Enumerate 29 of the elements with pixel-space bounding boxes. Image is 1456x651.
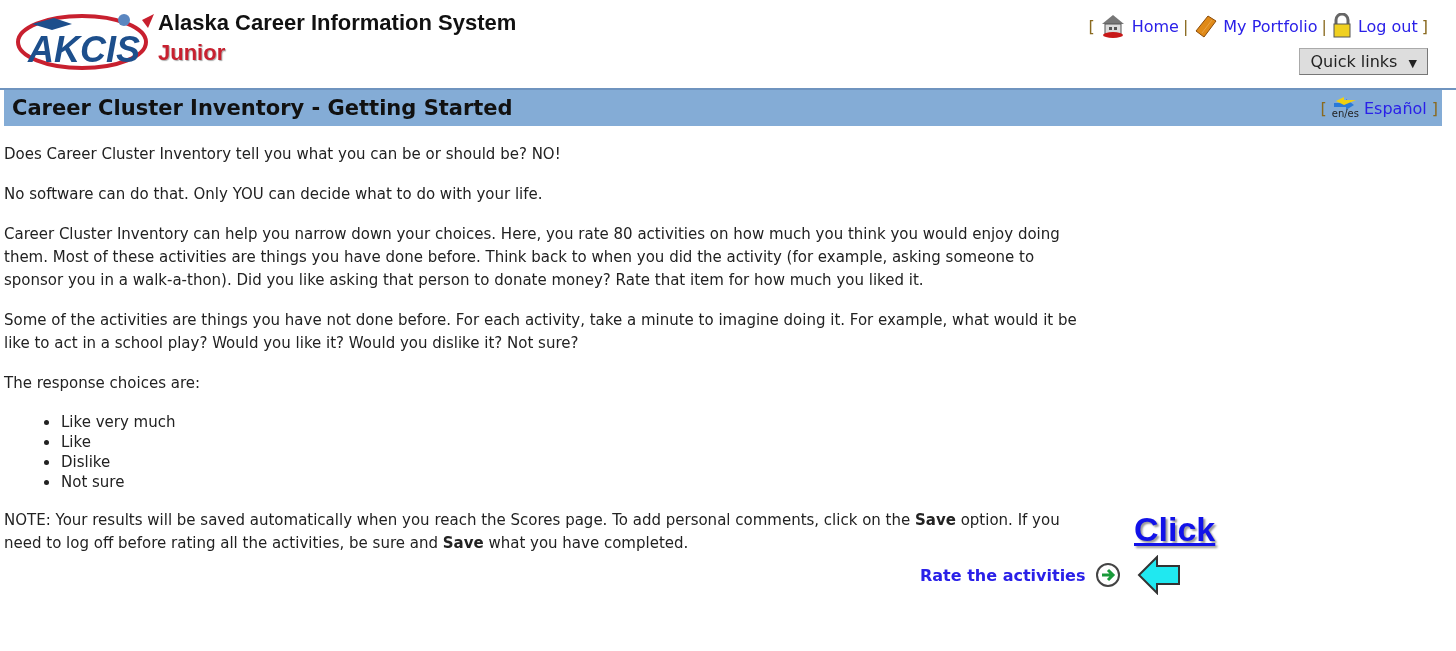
paragraph: No software can do that. Only YOU can decide what to do with your life. — [4, 184, 544, 205]
nav-link[interactable]: Home — [1131, 16, 1179, 36]
bracket: ] — [1431, 98, 1438, 118]
choice-item: Dislike — [61, 452, 111, 472]
choice-item: Like — [61, 432, 91, 452]
quick-links-dropdown[interactable]: Quick links ▼ — [1299, 48, 1428, 75]
rate-activities-link[interactable]: Rate the activities — [920, 563, 1086, 587]
site-title: Alaska Career Information System — [158, 10, 517, 36]
nav-link[interactable]: Log out — [1357, 16, 1418, 36]
bracket: [ — [1320, 98, 1327, 118]
bracket: ] — [1421, 16, 1428, 36]
click-label: Click — [1134, 509, 1216, 549]
paragraph: The response choices are: — [4, 373, 202, 394]
separator: | — [1321, 16, 1327, 36]
site-subtitle: Junior — [158, 40, 227, 66]
padlock-icon — [1330, 13, 1353, 39]
paragraph: Does Career Cluster Inventory tell you what you can be or should be? NO! — [4, 144, 562, 165]
choice-item: Not sure — [61, 472, 125, 492]
bracket: [ — [1088, 16, 1095, 36]
language-link[interactable]: Español — [1363, 98, 1427, 118]
separator: | — [1182, 16, 1189, 36]
choice-item: Like very much — [61, 412, 176, 432]
left-arrow-icon — [1137, 555, 1182, 595]
arrow-right-circle-icon[interactable] — [1095, 562, 1122, 588]
note-paragraph: NOTE: Your results will be saved automatically when you reach the Scores page. To add personal comments, click on the Save option. If you need to log off before rating all the activities, be sure and Save what you have completed. — [4, 510, 1061, 554]
paragraph: Some of the activities are things you have not done before. For each activity, take a minute to imagine doing it. For example, what would it be like to act in a school play? Would you like it? Would you dislike it? Not sure? — [4, 310, 1078, 354]
paragraph: Career Cluster Inventory can help you narrow down your choices. Here, you rate 80 activities on how much you think you would enjoy doing them. Most of these activities are things you have done before. Think back to when you did the activity (for example, asking someone to sponsor you in a walk-a-thon). Did you like asking that person to donate money? Rate that item for how much you liked it. — [4, 224, 1061, 291]
nav-link[interactable]: My Portfolio — [1223, 16, 1318, 36]
page-title: Career Cluster Inventory - Getting Started — [12, 96, 513, 120]
